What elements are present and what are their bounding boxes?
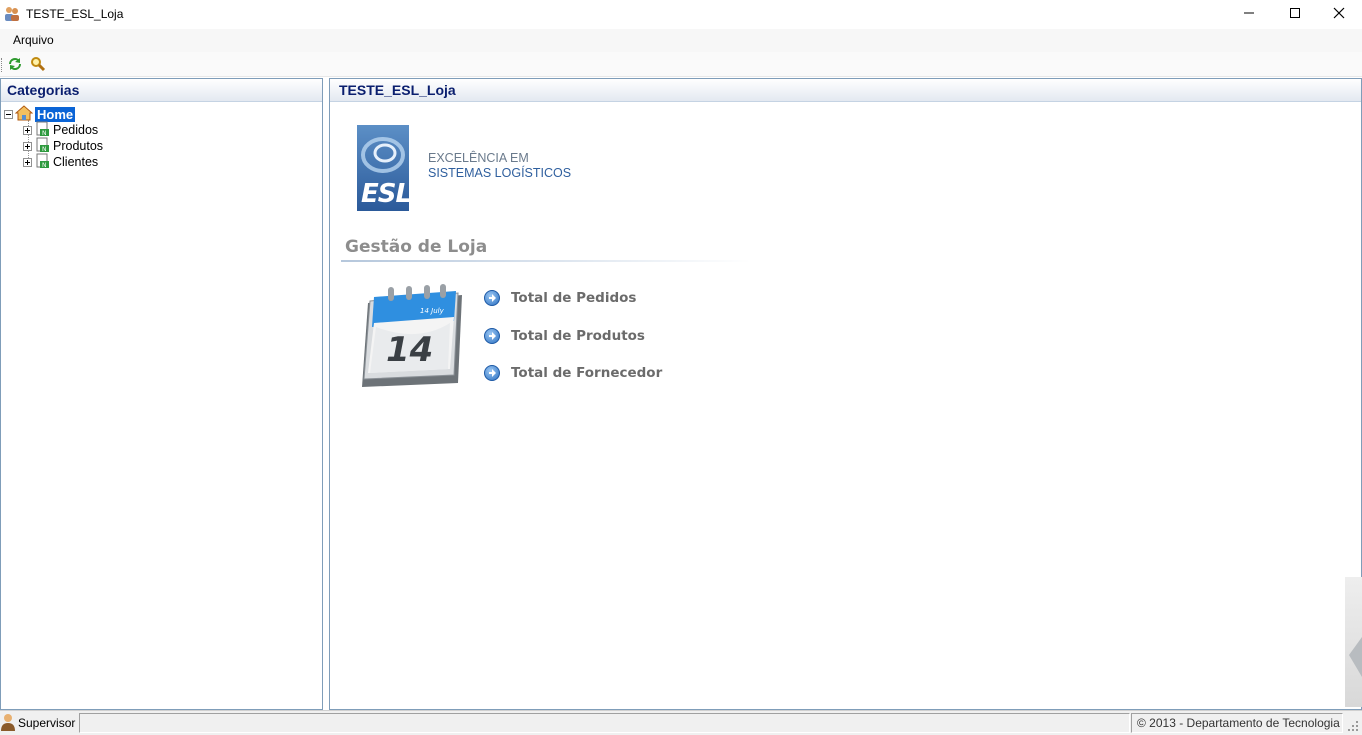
tree-label-clientes[interactable]: Clientes — [53, 155, 98, 169]
svg-text:N: N — [42, 130, 47, 137]
refresh-button[interactable] — [7, 56, 25, 74]
link-label[interactable]: Total de Fornecedor — [511, 365, 662, 381]
expand-toggle[interactable] — [23, 157, 32, 167]
tree-label-produtos[interactable]: Produtos — [53, 139, 103, 153]
status-copyright: © 2013 - Departamento de Tecnologia — [1131, 713, 1343, 733]
search-icon — [30, 57, 46, 75]
section-title: Gestão de Loja — [345, 237, 488, 257]
section-divider — [341, 260, 751, 262]
maximize-icon — [1289, 7, 1301, 22]
document-icon: N — [34, 153, 50, 172]
esl-logo: ESL — [357, 125, 409, 211]
status-user: Supervisor — [0, 713, 77, 733]
arrow-circle-icon — [484, 365, 500, 381]
expand-toggle[interactable] — [23, 141, 32, 151]
title-bar: TESTE_ESL_Loja — [0, 0, 1362, 29]
side-decoration — [1345, 577, 1362, 707]
collapse-toggle[interactable] — [4, 109, 13, 119]
svg-text:N: N — [42, 146, 47, 153]
minimize-button[interactable] — [1226, 0, 1272, 29]
menu-arquivo[interactable]: Arquivo — [7, 33, 60, 47]
status-bar: Supervisor © 2013 - Departamento de Tecn… — [0, 710, 1362, 735]
link-label[interactable]: Total de Pedidos — [511, 290, 636, 306]
maximize-button[interactable] — [1272, 0, 1318, 29]
toolbar — [0, 52, 1362, 77]
categories-panel: Categorias Home N Pedidos N Produtos N C… — [0, 78, 323, 710]
arrow-circle-icon — [484, 290, 500, 306]
calendar-icon: 14 14 July — [358, 283, 466, 391]
calendar-day: 14 — [386, 330, 433, 370]
calendar-month-label: 14 July — [420, 307, 445, 315]
home-icon — [14, 104, 34, 124]
main-panel: TESTE_ESL_Loja ESL EXCELÊNCIA EM SISTEMA… — [329, 78, 1362, 710]
categories-header: Categorias — [1, 79, 322, 102]
resize-grip-icon[interactable] — [1346, 719, 1360, 733]
minimize-icon — [1243, 7, 1255, 22]
status-user-name: Supervisor — [18, 716, 76, 730]
link-total-produtos[interactable]: Total de Produtos — [484, 326, 645, 346]
toolbar-grip[interactable] — [1, 58, 3, 72]
window-title: TESTE_ESL_Loja — [26, 7, 124, 21]
refresh-icon — [7, 58, 23, 75]
link-total-pedidos[interactable]: Total de Pedidos — [484, 288, 636, 308]
link-label[interactable]: Total de Produtos — [511, 328, 645, 344]
users-icon — [4, 6, 20, 22]
close-icon — [1333, 7, 1345, 22]
logo-text: ESL — [361, 179, 409, 209]
logo-tagline-2: SISTEMAS LOGÍSTICOS — [428, 166, 572, 180]
expand-toggle[interactable] — [23, 125, 32, 135]
tree-node-clientes[interactable]: N Clientes — [23, 153, 98, 172]
close-button[interactable] — [1316, 0, 1362, 29]
menu-bar: Arquivo — [0, 29, 1362, 52]
tree-label-pedidos[interactable]: Pedidos — [53, 123, 98, 137]
status-message-area — [79, 713, 1130, 733]
arrow-circle-icon — [484, 328, 500, 344]
tree-label-home[interactable]: Home — [35, 106, 76, 122]
logo-tagline-1: EXCELÊNCIA EM — [428, 151, 529, 165]
user-icon — [0, 713, 16, 734]
svg-text:N: N — [42, 162, 47, 169]
main-header: TESTE_ESL_Loja — [330, 79, 1361, 102]
search-button[interactable] — [30, 56, 48, 74]
link-total-fornecedor[interactable]: Total de Fornecedor — [484, 363, 662, 383]
